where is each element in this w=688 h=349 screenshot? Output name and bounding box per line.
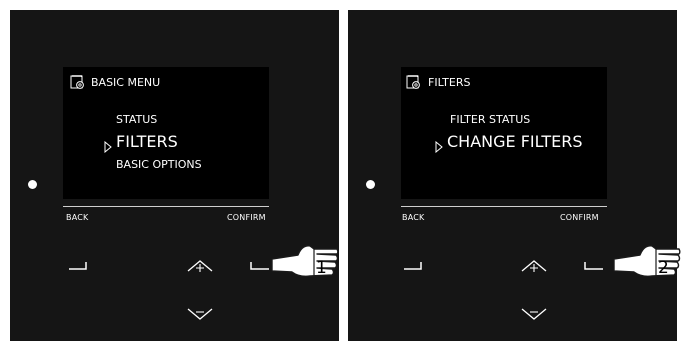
menu-item-basic-options[interactable]: BASIC OPTIONS (116, 158, 202, 171)
menu-item-change-filters[interactable]: CHANGE FILTERS (447, 132, 583, 151)
pointing-hand-icon: 1 (270, 241, 340, 287)
pointing-hand-icon: 2 (612, 241, 682, 287)
divider (401, 206, 607, 207)
confirm-button[interactable] (584, 261, 604, 271)
calendar-gear-icon (406, 74, 422, 94)
menu-item-filters[interactable]: FILTERS (116, 132, 178, 151)
confirm-label: CONFIRM (227, 213, 266, 222)
back-label: BACK (402, 213, 425, 222)
screen-title: BASIC MENU (91, 76, 161, 89)
confirm-button[interactable] (250, 261, 270, 271)
back-button[interactable] (403, 261, 423, 271)
power-led (28, 180, 37, 189)
control-panel-2: FILTERS FILTER STATUS CHANGE FILTERS BAC… (348, 10, 677, 341)
step-number: 1 (316, 258, 327, 278)
up-button[interactable] (521, 259, 547, 273)
power-led (366, 180, 375, 189)
menu-item-filter-status[interactable]: FILTER STATUS (450, 113, 530, 126)
back-button[interactable] (68, 261, 88, 271)
confirm-label: CONFIRM (560, 213, 599, 222)
selection-arrow-icon (104, 138, 113, 157)
selection-arrow-icon (435, 138, 444, 157)
menu-item-status[interactable]: STATUS (116, 113, 157, 126)
calendar-gear-icon (70, 74, 86, 94)
divider (63, 206, 269, 207)
down-button[interactable] (521, 307, 547, 321)
up-button[interactable] (187, 259, 213, 273)
control-panel-1: BASIC MENU STATUS FILTERS BASIC OPTIONS … (10, 10, 339, 341)
screen-title: FILTERS (428, 76, 471, 89)
back-label: BACK (66, 213, 89, 222)
step-number: 2 (658, 258, 669, 278)
down-button[interactable] (187, 307, 213, 321)
